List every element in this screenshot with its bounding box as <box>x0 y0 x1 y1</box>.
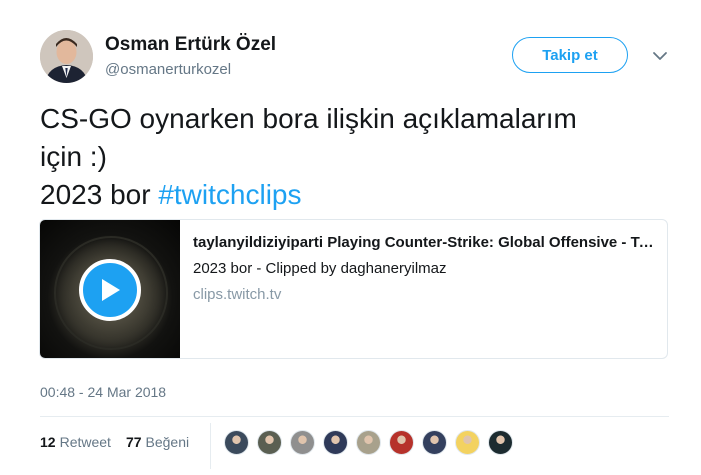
avatar[interactable] <box>40 30 93 83</box>
liker-avatar[interactable] <box>257 430 282 455</box>
liker-avatar[interactable] <box>422 430 447 455</box>
avatar-photo <box>40 30 93 83</box>
follow-button[interactable]: Takip et <box>512 37 628 73</box>
hashtag-link[interactable]: #twitchclips <box>158 179 301 210</box>
play-icon <box>102 279 120 301</box>
tweet-stats: 12 Retweet 77 Beğeni <box>40 434 204 450</box>
card-body: taylanyildiziyiparti Playing Counter-Str… <box>180 220 667 358</box>
liker-avatar[interactable] <box>224 430 249 455</box>
chevron-down-icon[interactable] <box>651 47 669 65</box>
liker-avatar[interactable] <box>455 430 480 455</box>
card-domain: clips.twitch.tv <box>193 286 282 303</box>
card-thumbnail[interactable] <box>40 220 180 358</box>
tweet-timestamp[interactable]: 00:48 - 24 Mar 2018 <box>40 384 166 400</box>
tweet-text-line: 2023 bor #twitchclips <box>40 176 670 214</box>
retweet-label: Retweet <box>59 434 111 450</box>
author-name[interactable]: Osman Ertürk Özel <box>105 34 276 56</box>
stats-separator <box>210 423 211 469</box>
link-card[interactable]: taylanyildiziyiparti Playing Counter-Str… <box>39 219 668 359</box>
tweet-text: CS-GO oynarken bora ilişkin açıklamaları… <box>40 100 670 214</box>
liker-avatar[interactable] <box>356 430 381 455</box>
liker-avatar[interactable] <box>323 430 348 455</box>
card-description: 2023 bor - Clipped by daghaneryilmaz <box>193 260 447 277</box>
like-count: 77 <box>125 434 142 450</box>
like-stat[interactable]: 77 Beğeni <box>126 434 189 450</box>
liker-avatar[interactable] <box>488 430 513 455</box>
liker-avatar[interactable] <box>290 430 315 455</box>
tweet-text-prefix: 2023 bor <box>40 179 159 210</box>
play-button[interactable] <box>79 259 141 321</box>
retweet-count: 12 <box>40 434 56 450</box>
retweet-stat[interactable]: 12 Retweet <box>40 434 111 450</box>
liker-avatar[interactable] <box>389 430 414 455</box>
liker-avatars <box>224 430 521 455</box>
divider <box>40 416 669 417</box>
card-title[interactable]: taylanyildiziyiparti Playing Counter-Str… <box>193 234 655 251</box>
like-label: Beğeni <box>145 434 190 450</box>
author-handle[interactable]: @osmanerturkozel <box>105 61 231 78</box>
tweet-text-line: için :) <box>40 141 107 172</box>
tweet-text-line: CS-GO oynarken bora ilişkin açıklamaları… <box>40 103 577 134</box>
